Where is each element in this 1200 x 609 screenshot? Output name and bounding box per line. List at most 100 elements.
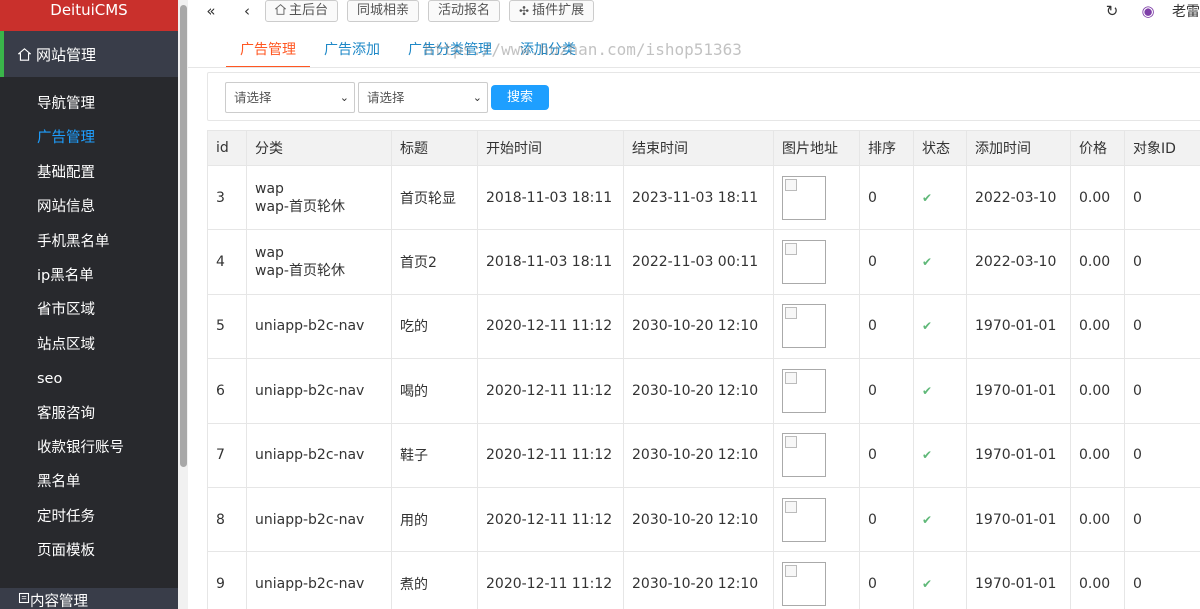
table-row[interactable]: 8 uniapp-b2c-nav 用的 2020-12-11 11:12 203…	[207, 486, 1200, 553]
cell-category: uniapp-b2c-nav	[246, 358, 392, 424]
cell-image	[773, 229, 860, 295]
event-signup-button[interactable]: 活动报名	[428, 0, 501, 22]
sidebar-item-regions[interactable]: 省市区域	[0, 293, 178, 327]
broken-image-icon[interactable]	[782, 368, 826, 413]
sidebar-item-bank-accounts[interactable]: 收款银行账号	[0, 431, 178, 465]
search-button[interactable]: 搜索	[491, 85, 549, 110]
cell-price: 0.00	[1070, 229, 1125, 295]
user-name[interactable]: 老雷	[1172, 1, 1200, 21]
broken-image-icon[interactable]	[782, 562, 826, 607]
broken-image-icon[interactable]	[782, 497, 826, 542]
plugin-button[interactable]: ✣ 插件扩展	[509, 0, 595, 22]
sidebar-group-website[interactable]: 网站管理	[0, 31, 178, 77]
sidebar-item-cron[interactable]: 定时任务	[0, 500, 178, 534]
cell-added: 1970-01-01	[966, 486, 1071, 553]
check-icon[interactable]: ✔	[922, 448, 932, 462]
tab-divider	[188, 67, 1200, 68]
top-toolbar: « ‹ 主后台 同城相亲 活动报名 ✣ 插件扩展 ↻ ◉ 老雷	[188, 0, 1200, 22]
cell-status: ✔	[913, 551, 967, 609]
sidebar-item-ads[interactable]: 广告管理	[0, 121, 178, 155]
sidebar-item-phone-blacklist[interactable]: 手机黑名单	[0, 225, 178, 259]
table-row[interactable]: 5 uniapp-b2c-nav 吃的 2020-12-11 11:12 203…	[207, 293, 1200, 360]
sidebar-group-label: 网站管理	[36, 45, 97, 64]
sidebar-group-label: 内容管理	[30, 593, 88, 609]
refresh-icon[interactable]: ↻	[1100, 2, 1124, 20]
sidebar-item-basic-config[interactable]: 基础配置	[0, 156, 178, 190]
cell-object-id: 0	[1124, 293, 1200, 360]
check-icon[interactable]: ✔	[922, 513, 932, 527]
broken-image-icon[interactable]	[782, 433, 826, 478]
cell-title: 喝的	[391, 358, 478, 424]
cell-status: ✔	[913, 293, 967, 360]
sidebar-group-content[interactable]: 内容管理	[0, 588, 178, 609]
cell-category: uniapp-b2c-nav	[246, 293, 392, 360]
check-icon[interactable]: ✔	[922, 191, 932, 205]
tab-ad-management[interactable]: 广告管理	[226, 38, 310, 68]
table-row[interactable]: 3 wap wap-首页轮休 首页轮显 2018-11-03 18:11 2023…	[207, 164, 1200, 231]
col-start-time: 开始时间	[477, 130, 624, 166]
cell-image	[773, 551, 860, 609]
cell-added: 1970-01-01	[966, 422, 1071, 488]
cell-status: ✔	[913, 229, 967, 295]
cell-category-line2: uniapp-b2c-nav	[255, 511, 365, 528]
cell-end: 2030-10-20 12:10	[623, 293, 774, 360]
cell-object-id: 0	[1124, 486, 1200, 553]
cell-object-id: 0	[1124, 551, 1200, 609]
sidebar-item-templates[interactable]: 页面模板	[0, 534, 178, 568]
cell-sort: 0	[859, 164, 914, 231]
col-category: 分类	[246, 130, 392, 166]
cell-id: 4	[207, 229, 247, 295]
cell-sort: 0	[859, 229, 914, 295]
check-icon[interactable]: ✔	[922, 577, 932, 591]
home-icon	[18, 47, 32, 61]
cell-start: 2018-11-03 18:11	[477, 164, 624, 231]
cell-object-id: 0	[1124, 164, 1200, 231]
check-icon[interactable]: ✔	[922, 319, 932, 333]
sidebar-scroll-thumb[interactable]	[180, 5, 187, 467]
broken-image-icon[interactable]	[782, 240, 826, 285]
home-button[interactable]: 主后台	[265, 0, 339, 22]
broken-image-icon[interactable]	[782, 304, 826, 349]
plugin-button-label: 插件扩展	[532, 3, 585, 18]
col-added-time: 添加时间	[966, 130, 1071, 166]
sidebar-item-site-info[interactable]: 网站信息	[0, 190, 178, 224]
cell-end: 2030-10-20 12:10	[623, 358, 774, 424]
check-icon[interactable]: ✔	[922, 255, 932, 269]
brand-logo[interactable]: DeituiCMS	[0, 0, 178, 31]
cell-image	[773, 422, 860, 488]
broken-image-icon[interactable]	[782, 175, 826, 220]
table-row[interactable]: 7 uniapp-b2c-nav 鞋子 2020-12-11 11:12 203…	[207, 422, 1200, 488]
sidebar-item-seo[interactable]: seo	[0, 362, 178, 396]
cell-status: ✔	[913, 422, 967, 488]
table-row[interactable]: 6 uniapp-b2c-nav 喝的 2020-12-11 11:12 203…	[207, 358, 1200, 424]
chevron-left-icon[interactable]: ‹	[235, 2, 259, 20]
sidebar-item-nav[interactable]: 导航管理	[0, 87, 178, 121]
dating-button[interactable]: 同城相亲	[347, 0, 420, 22]
cell-price: 0.00	[1070, 164, 1125, 231]
ads-table: id 分类 标题 开始时间 结束时间 图片地址 排序 状态 添加时间 价格 对象…	[207, 130, 1200, 609]
cell-object-id: 0	[1124, 358, 1200, 424]
sidebar-item-support[interactable]: 客服咨询	[0, 397, 178, 431]
col-title: 标题	[391, 130, 478, 166]
table-row[interactable]: 4 wap wap-首页轮休 首页2 2018-11-03 18:11 2022-…	[207, 229, 1200, 295]
sidebar-item-blacklist[interactable]: 黑名单	[0, 465, 178, 499]
status-select[interactable]: 请选择 ⌄	[358, 82, 488, 113]
cell-end: 2030-10-20 12:10	[623, 486, 774, 553]
tab-ad-add[interactable]: 广告添加	[310, 38, 394, 68]
category-select[interactable]: 请选择 ⌄	[225, 82, 355, 113]
sidebar-item-ip-blacklist[interactable]: ip黑名单	[0, 259, 178, 293]
watermark: https://www.huzhan.com/ishop51363	[424, 40, 742, 59]
cell-start: 2020-12-11 11:12	[477, 293, 624, 360]
table-row[interactable]: 9 uniapp-b2c-nav 煮的 2020-12-11 11:12 203…	[207, 551, 1200, 609]
cell-title: 鞋子	[391, 422, 478, 488]
cell-end: 2030-10-20 12:10	[623, 551, 774, 609]
check-icon[interactable]: ✔	[922, 384, 932, 398]
cell-category-line2: uniapp-b2c-nav	[255, 576, 365, 593]
theme-icon[interactable]: ◉	[1136, 2, 1160, 20]
cell-id: 7	[207, 422, 247, 488]
cell-price: 0.00	[1070, 358, 1125, 424]
col-id: id	[207, 130, 247, 166]
col-object-id: 对象ID	[1124, 130, 1200, 166]
sidebar-item-site-regions[interactable]: 站点区域	[0, 328, 178, 362]
double-chevron-left-icon[interactable]: «	[199, 2, 223, 20]
